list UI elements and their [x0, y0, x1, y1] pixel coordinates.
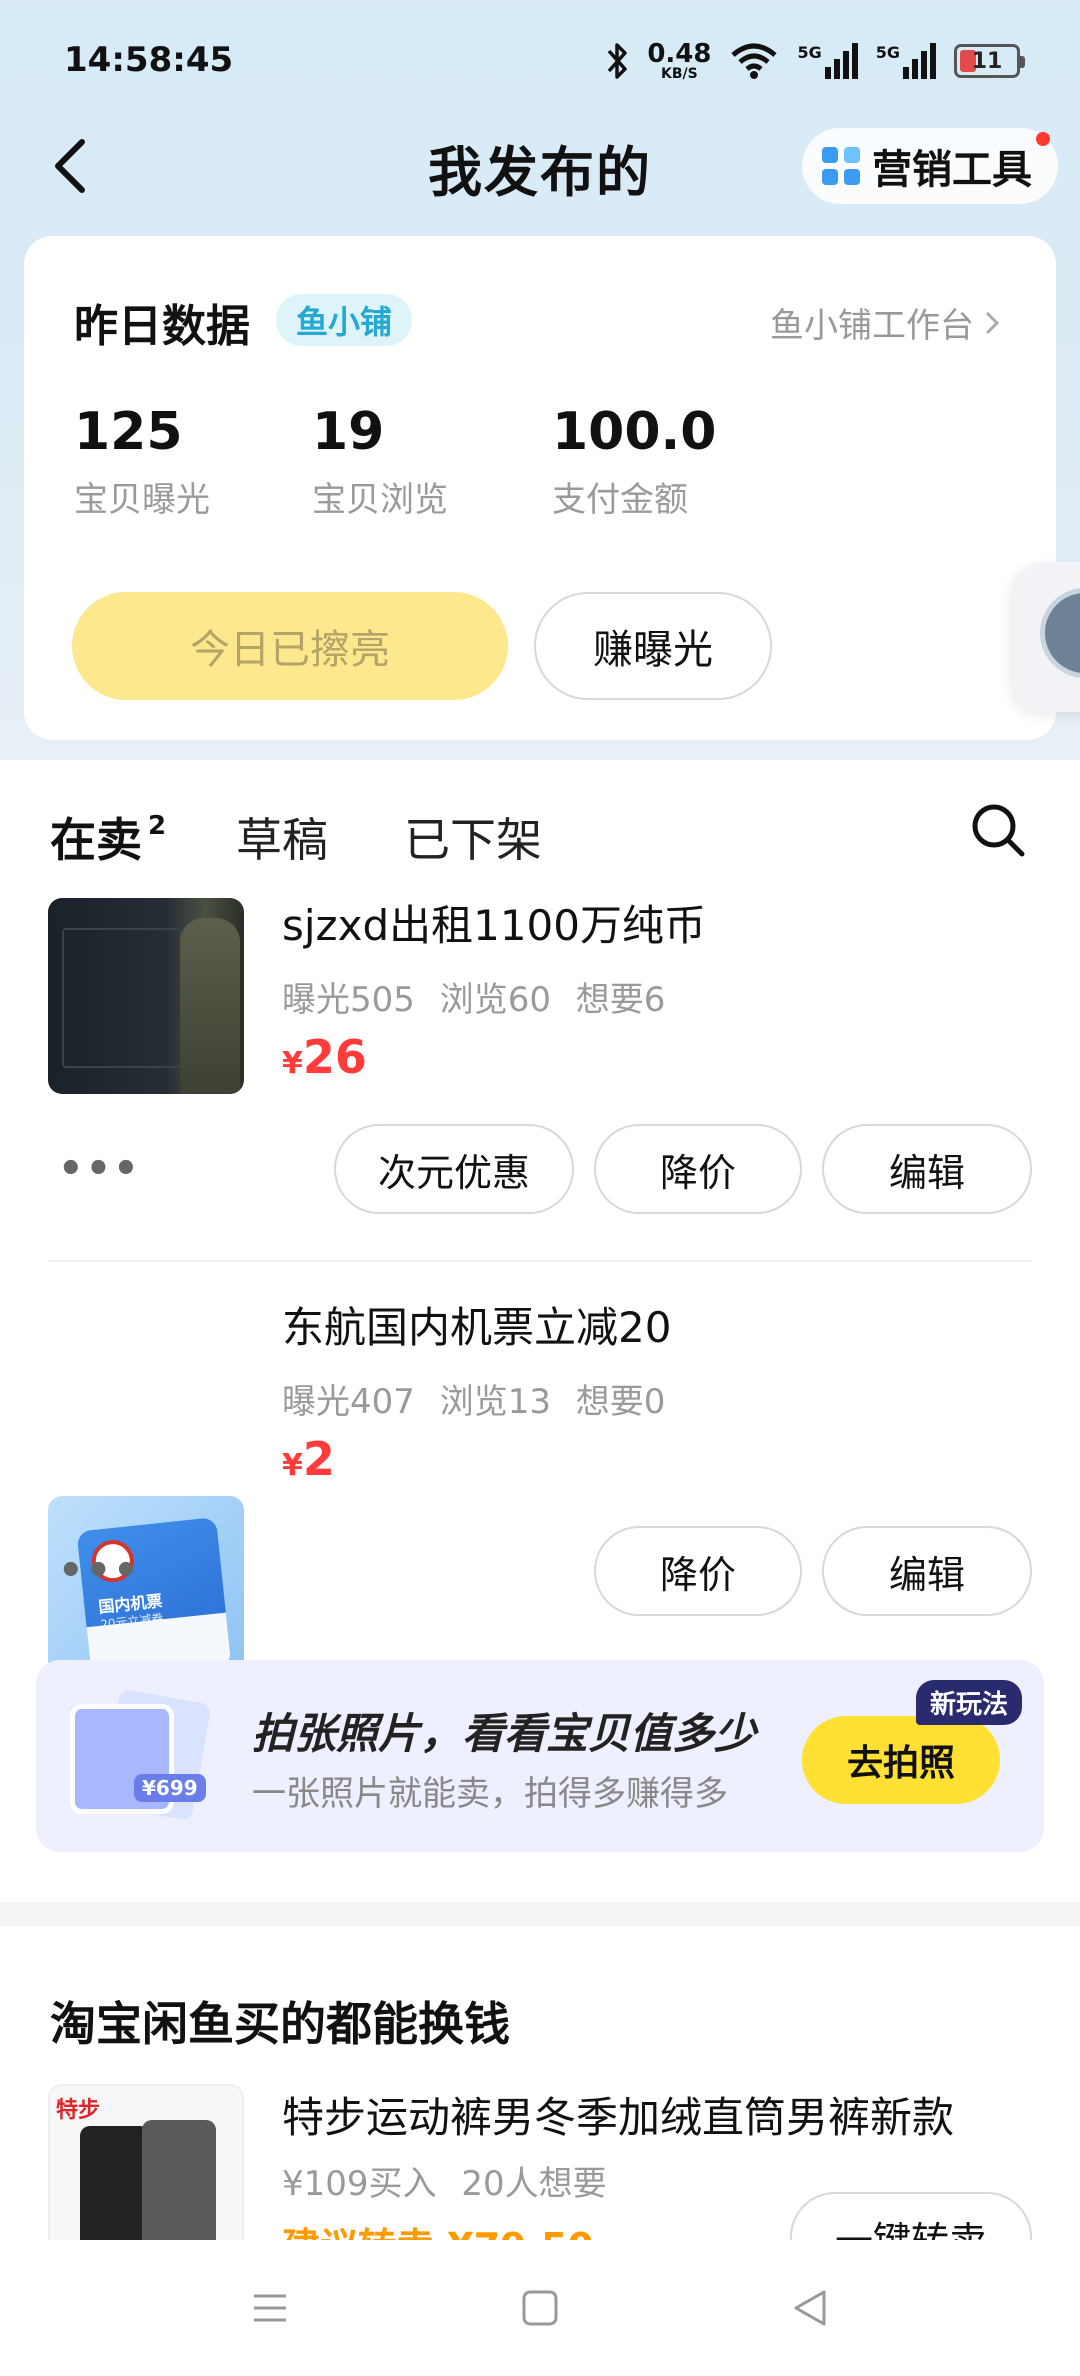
stat-exposure: 125 宝贝曝光	[74, 402, 210, 521]
system-nav-bar	[0, 2240, 1080, 2376]
reduce-price-button[interactable]: 降价	[594, 1124, 802, 1214]
chevron-right-icon	[985, 311, 1000, 334]
tab-removed[interactable]: 已下架	[404, 804, 542, 870]
wifi-icon	[731, 43, 778, 79]
stat-views-label: 宝贝浏览	[312, 480, 448, 520]
status-time: 14:58:45	[64, 40, 234, 80]
new-feature-badge: 新玩法	[915, 1680, 1022, 1725]
tab-on-sale[interactable]: 在卖 2	[48, 804, 169, 870]
stat-views-value: 19	[312, 402, 385, 462]
stat-payment-label: 支付金额	[552, 480, 688, 520]
marketing-tools-button[interactable]: 营销工具	[802, 128, 1058, 204]
resell-item-title[interactable]: 特步运动裤男冬季加绒直筒男裤新款	[282, 2084, 954, 2145]
item-title[interactable]: 东航国内机票立减20	[282, 1294, 671, 1355]
edit-button[interactable]: 编辑	[822, 1124, 1032, 1214]
battery-icon: 11	[954, 44, 1025, 78]
stats-title: 昨日数据	[74, 301, 250, 352]
status-icons: 0.48 KB/S 5G 5G 11	[605, 36, 1025, 86]
item-title[interactable]: sjzxd出租1100万纯币	[282, 892, 706, 953]
promo-title: 拍张照片，看看宝贝值多少	[252, 1709, 757, 1758]
marketing-tools-label: 营销工具	[872, 147, 1032, 193]
menu-icon[interactable]	[250, 2288, 290, 2328]
network-speed: 0.48 KB/S	[647, 39, 712, 82]
section-separator	[0, 1902, 1080, 1926]
search-icon[interactable]	[968, 800, 1028, 860]
stat-exposure-value: 125	[74, 402, 183, 462]
stat-payment-value: 100.0	[552, 402, 717, 462]
chevron-left-icon	[55, 139, 85, 193]
bluetooth-icon	[608, 43, 628, 79]
dimension-discount-button[interactable]: 次元优惠	[334, 1124, 574, 1214]
assistant-avatar	[1040, 588, 1080, 678]
shop-badge: 鱼小铺	[276, 294, 413, 346]
resell-section-title: 淘宝闲鱼买的都能换钱	[50, 1997, 510, 2051]
more-options-button[interactable]: •••	[58, 1146, 141, 1192]
yesterday-stats-card: 昨日数据 鱼小铺 鱼小铺工作台 125 宝贝曝光 19 宝贝浏览 100.0 支…	[24, 236, 1056, 740]
listings-panel: 在卖 2 草稿 已下架 sjzxd出租1100万纯币 曝光505 浏览60 想要6…	[0, 760, 1080, 2051]
signal-5g-1: 5G	[797, 43, 858, 79]
stat-views: 19 宝贝浏览	[312, 402, 448, 521]
workbench-link[interactable]: 鱼小铺工作台	[770, 298, 1000, 347]
back-triangle-icon[interactable]	[790, 2288, 830, 2328]
stat-payment: 100.0 支付金额	[552, 402, 716, 521]
more-options-button[interactable]: •••	[58, 1548, 141, 1594]
item-divider	[48, 1260, 1032, 1262]
item-stats: 曝光407 浏览13 想要0	[282, 1382, 666, 1422]
earn-exposure-button[interactable]: 赚曝光	[534, 592, 772, 700]
item-price: ¥2	[282, 1432, 335, 1486]
photo-sell-banner[interactable]: ¥699 拍张照片，看看宝贝值多少 一张照片就能卖，拍得多赚得多 去拍照 新玩法	[36, 1660, 1044, 1852]
back-button[interactable]	[40, 128, 100, 204]
promo-subtitle: 一张照片就能卖，拍得多赚得多	[252, 1774, 728, 1814]
photo-illustration: ¥699	[70, 1688, 212, 1824]
home-icon[interactable]	[520, 2288, 560, 2328]
item-price: ¥26	[282, 1030, 367, 1084]
floating-assistant[interactable]	[1014, 562, 1080, 712]
resell-item-meta: ¥109买入 20人想要	[282, 2164, 607, 2204]
workbench-link-label: 鱼小铺工作台	[770, 306, 974, 346]
item-stats: 曝光505 浏览60 想要6	[282, 980, 666, 1020]
grid-icon	[822, 147, 860, 185]
take-photo-button[interactable]: 去拍照	[802, 1716, 1000, 1804]
tab-on-sale-count: 2	[148, 811, 167, 841]
edit-button[interactable]: 编辑	[822, 1526, 1032, 1616]
notification-dot	[1036, 132, 1050, 146]
tab-drafts[interactable]: 草稿	[236, 804, 328, 870]
tab-on-sale-label: 在卖	[50, 813, 142, 867]
signal-5g-2: 5G	[876, 43, 936, 79]
reduce-price-button[interactable]: 降价	[594, 1526, 802, 1616]
polished-today-button[interactable]: 今日已擦亮	[72, 592, 508, 700]
stat-exposure-label: 宝贝曝光	[74, 480, 210, 520]
item-thumbnail[interactable]	[48, 898, 244, 1094]
